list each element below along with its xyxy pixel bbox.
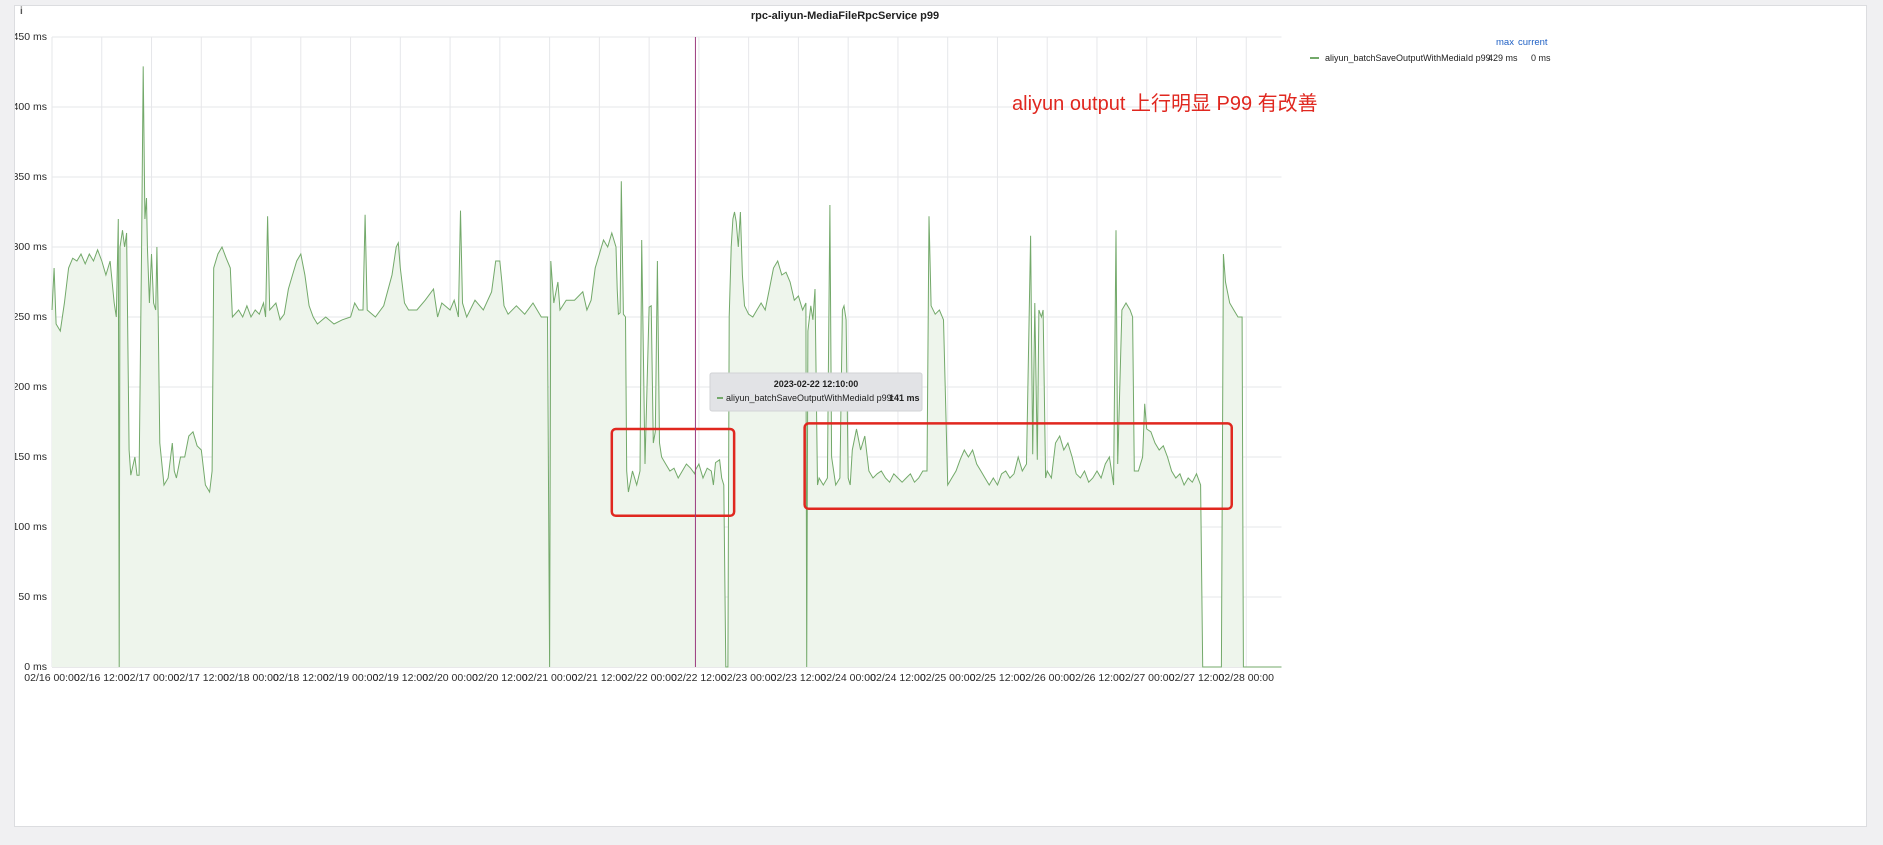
x-tick-label: 02/17 00:00 [124, 672, 180, 684]
annotation-text: aliyun output 上行明显 P99 有改善 [1012, 92, 1318, 115]
tooltip-time: 2023-02-22 12:10:00 [774, 379, 859, 389]
legend: max current aliyun_batchSaveOutputWithMe… [1310, 37, 1551, 63]
y-tick-label: 50 ms [18, 591, 47, 603]
x-tick-label: 02/17 12:00 [174, 672, 230, 684]
y-tick-label: 400 ms [15, 101, 47, 113]
x-tick-label: 02/21 12:00 [572, 672, 628, 684]
x-tick-label: 02/22 12:00 [671, 672, 727, 684]
legend-series-max: 429 ms [1488, 53, 1518, 63]
x-tick-label: 02/24 12:00 [870, 672, 926, 684]
graph-panel: i rpc-aliyun-MediaFileRpcService p99 ⌄ 0… [14, 5, 1867, 827]
x-tick-label: 02/25 12:00 [970, 672, 1026, 684]
tooltip-series-name: aliyun_batchSaveOutputWithMediaId p99: [726, 393, 894, 403]
x-tick-label: 02/21 00:00 [522, 672, 578, 684]
x-tick-label: 02/20 12:00 [472, 672, 528, 684]
x-tick-label: 02/27 00:00 [1119, 672, 1175, 684]
legend-header-current[interactable]: current [1518, 37, 1548, 48]
tooltip-value: 141 ms [889, 393, 920, 403]
panel-info-icon[interactable]: i [20, 6, 23, 17]
y-tick-label: 250 ms [15, 311, 47, 323]
y-tick-label: 450 ms [15, 31, 47, 43]
x-tick-label: 02/23 12:00 [771, 672, 827, 684]
x-tick-label: 02/25 00:00 [920, 672, 976, 684]
legend-series-current: 0 ms [1531, 53, 1551, 63]
y-tick-label: 300 ms [15, 241, 47, 253]
x-axis: 02/16 00:0002/16 12:0002/17 00:0002/17 1… [24, 666, 1282, 684]
timeseries-chart[interactable]: i rpc-aliyun-MediaFileRpcService p99 ⌄ 0… [15, 6, 1868, 828]
x-tick-label: 02/26 12:00 [1069, 672, 1125, 684]
y-tick-label: 350 ms [15, 171, 47, 183]
y-tick-label: 150 ms [15, 451, 47, 463]
y-axis: 0 ms50 ms100 ms150 ms200 ms250 ms300 ms3… [15, 31, 47, 673]
x-tick-label: 02/27 12:00 [1169, 672, 1225, 684]
x-tick-label: 02/18 00:00 [223, 672, 279, 684]
y-tick-label: 100 ms [15, 521, 47, 533]
hover-tooltip: 2023-02-22 12:10:00 aliyun_batchSaveOutp… [709, 372, 923, 412]
x-tick-label: 02/22 00:00 [621, 672, 677, 684]
legend-header-max[interactable]: max [1496, 37, 1514, 48]
title-chevron-down-icon[interactable]: ⌄ [903, 12, 911, 23]
legend-series-name[interactable]: aliyun_batchSaveOutputWithMediaId p99 [1325, 53, 1491, 63]
x-tick-label: 02/16 12:00 [74, 672, 130, 684]
x-tick-label: 02/20 00:00 [422, 672, 478, 684]
x-tick-label: 02/16 00:00 [24, 672, 80, 684]
x-tick-label: 02/19 00:00 [323, 672, 379, 684]
x-tick-label: 02/23 00:00 [721, 672, 777, 684]
x-tick-label: 02/18 12:00 [273, 672, 329, 684]
x-tick-label: 02/19 12:00 [373, 672, 429, 684]
x-tick-label: 02/26 00:00 [1019, 672, 1075, 684]
legend-item[interactable]: aliyun_batchSaveOutputWithMediaId p99 42… [1310, 53, 1551, 63]
x-tick-label: 02/28 00:00 [1219, 672, 1275, 684]
x-tick-label: 02/24 00:00 [820, 672, 876, 684]
y-tick-label: 200 ms [15, 381, 47, 393]
